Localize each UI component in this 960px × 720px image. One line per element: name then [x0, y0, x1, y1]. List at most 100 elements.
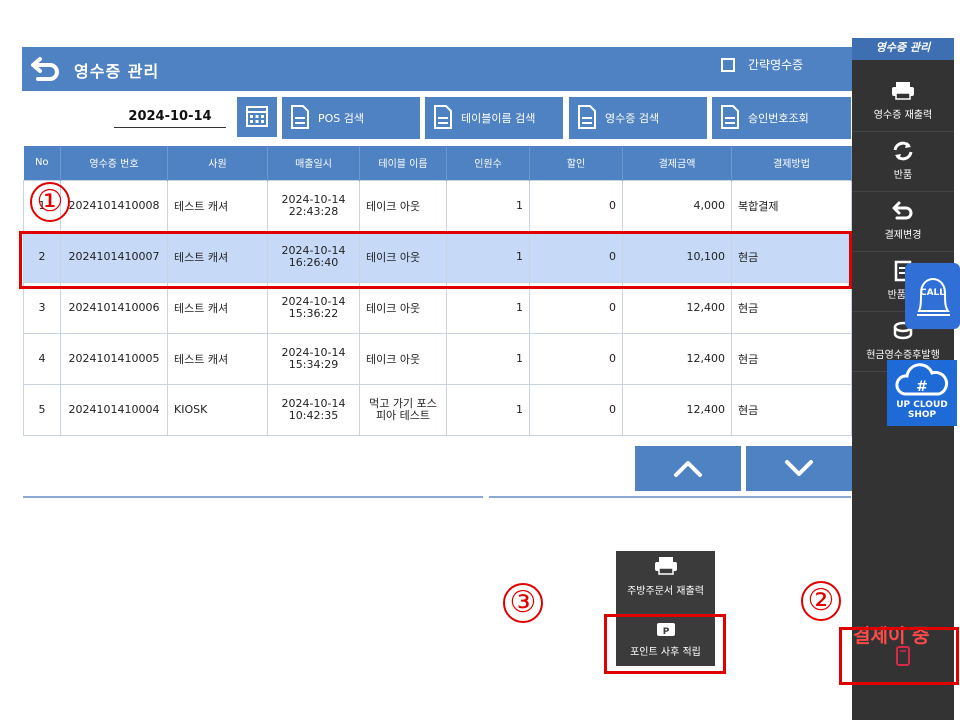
sidebar-item-reprint[interactable]: 영수증 재출력 — [852, 72, 954, 132]
cell-staff: 테스트 캐셔 — [167, 179, 268, 232]
sidebar-item-change-payment[interactable]: 결제변경 — [852, 192, 954, 252]
highlight-box-point — [604, 614, 726, 674]
table-name-search-button[interactable]: 테이블이름 검색 — [425, 97, 563, 139]
cell-date: 2024-10-14 — [281, 345, 346, 359]
cell-time: 22:43:28 — [288, 204, 339, 218]
column-header: 영수증 번호 — [60, 146, 168, 180]
pos-search-button[interactable]: POS 검색 — [282, 97, 420, 139]
cloud-shop-line1: UP CLOUD — [896, 400, 948, 410]
column-header: 매출일시 — [267, 146, 360, 180]
page-header: 영수증 관리 간략영수증 — [22, 47, 852, 91]
kitchen-reprint-label: 주방주문서 재출력 — [627, 586, 704, 597]
cell-people: 1 — [446, 383, 530, 436]
cell-amount: 4,000 — [622, 179, 732, 232]
call-badge[interactable]: CALL — [905, 263, 960, 329]
cell-date: 2024-10-14 — [281, 294, 346, 308]
document-icon — [721, 105, 739, 129]
approval-number-search-label: 승인번호조회 — [748, 112, 809, 125]
document-icon — [291, 105, 309, 129]
table-row[interactable]: 4 2024101410005 테스트 캐셔 2024-10-14 15:34:2… — [23, 332, 852, 385]
cloud-shop-label: UP CLOUD SHOP — [887, 400, 957, 420]
cell-people: 1 — [446, 281, 530, 334]
cell-date: 2024-10-14 — [281, 396, 346, 410]
refresh-icon — [893, 141, 913, 161]
cell-table: 먹고 가기 포스피아 테스트 — [359, 383, 447, 436]
cell-people: 1 — [446, 179, 530, 232]
cell-staff: KIOSK — [167, 383, 268, 436]
cloud-shop-badge[interactable]: # UP CLOUD SHOP — [887, 360, 957, 426]
sidebar-item-label: 현금영수증후발행 — [866, 350, 940, 361]
column-header: 결제방법 — [731, 146, 852, 180]
page-title: 영수증 관리 — [74, 62, 160, 81]
printer-icon — [654, 557, 677, 575]
cell-date: 2024-10-14 — [281, 192, 346, 206]
receipt-table: No 영수증 번호 사원 매출일시 테이블 이름 인원수 할인 결제금액 결제방… — [23, 146, 852, 436]
receipt-search-button[interactable]: 영수증 검색 — [569, 97, 707, 139]
cell-method: 현금 — [731, 332, 852, 385]
page-up-button[interactable] — [635, 446, 741, 491]
cell-method: 현금 — [731, 383, 852, 436]
cell-table: 테이크 아웃 — [359, 179, 447, 232]
kitchen-reprint-button[interactable]: 주방주문서 재출력 — [616, 555, 715, 597]
cell-time: 15:36:22 — [288, 306, 339, 320]
sidebar-item-label: 결제변경 — [884, 230, 922, 241]
cell-table: 테이크 아웃 — [359, 332, 447, 385]
cell-discount: 0 — [529, 332, 623, 385]
cell-method: 복합결제 — [731, 179, 852, 232]
pos-search-label: POS 검색 — [318, 112, 365, 125]
table-row[interactable]: 1 2024101410008 테스트 캐셔 2024-10-14 22:43:2… — [23, 179, 852, 232]
cell-receipt: 2024101410008 — [60, 179, 168, 232]
sidebar-item-refund[interactable]: 반품 — [852, 132, 954, 192]
cloud-icon: # — [895, 363, 949, 396]
cell-datetime: 2024-10-14 22:43:28 — [267, 179, 360, 232]
chevron-down-icon — [785, 460, 813, 476]
annotation-1: ① — [30, 182, 70, 222]
cell-discount: 0 — [529, 281, 623, 334]
column-header: 사원 — [167, 146, 268, 180]
simple-receipt-label: 간략영수증 — [748, 58, 804, 72]
calendar-button[interactable] — [237, 97, 277, 137]
table-header-row: No 영수증 번호 사원 매출일시 테이블 이름 인원수 할인 결제금액 결제방… — [23, 146, 852, 180]
back-arrow-icon[interactable] — [30, 54, 62, 84]
cell-staff: 테스트 캐셔 — [167, 281, 268, 334]
cell-datetime: 2024-10-14 15:34:29 — [267, 332, 360, 385]
column-header: No — [23, 146, 61, 180]
cell-no: 3 — [23, 281, 61, 334]
highlight-box-row — [19, 231, 852, 289]
highlight-box-payment — [839, 627, 959, 685]
cloud-shop-line2: SHOP — [907, 410, 937, 420]
cell-amount: 12,400 — [622, 281, 732, 334]
cell-datetime: 2024-10-14 10:42:35 — [267, 383, 360, 436]
cell-people: 1 — [446, 332, 530, 385]
printer-icon — [892, 82, 914, 100]
table-row[interactable]: 3 2024101410006 테스트 캐셔 2024-10-14 15:36:2… — [23, 281, 852, 334]
column-header: 인원수 — [446, 146, 530, 180]
approval-number-search-button[interactable]: 승인번호조회 — [712, 97, 851, 139]
annotation-2: ② — [801, 581, 841, 621]
table-row[interactable]: 5 2024101410004 KIOSK 2024-10-14 10:42:35… — [23, 383, 852, 436]
divider — [23, 496, 483, 498]
date-field[interactable]: 2024-10-14 — [114, 106, 226, 128]
cell-discount: 0 — [529, 179, 623, 232]
undo-icon — [892, 201, 913, 220]
chevron-up-icon — [674, 461, 702, 477]
cell-no: 5 — [23, 383, 61, 436]
sidebar-title: 영수증 관리 — [852, 38, 954, 60]
cell-receipt: 2024101410004 — [60, 383, 168, 436]
column-header: 결제금액 — [622, 146, 732, 180]
cell-time: 10:42:35 — [288, 408, 339, 422]
simple-receipt-checkbox[interactable] — [721, 58, 735, 72]
page-down-button[interactable] — [746, 446, 852, 491]
cell-receipt: 2024101410006 — [60, 281, 168, 334]
cell-table: 테이크 아웃 — [359, 281, 447, 334]
annotation-3: ③ — [503, 583, 543, 623]
cell-amount: 12,400 — [622, 332, 732, 385]
calendar-icon — [246, 106, 268, 127]
cell-time: 15:34:29 — [288, 357, 339, 371]
call-label: CALL — [919, 288, 946, 298]
sidebar-item-label: 영수증 재출력 — [873, 110, 933, 121]
cell-discount: 0 — [529, 383, 623, 436]
document-icon — [434, 105, 452, 129]
receipt-search-label: 영수증 검색 — [605, 112, 660, 125]
cell-method: 현금 — [731, 281, 852, 334]
